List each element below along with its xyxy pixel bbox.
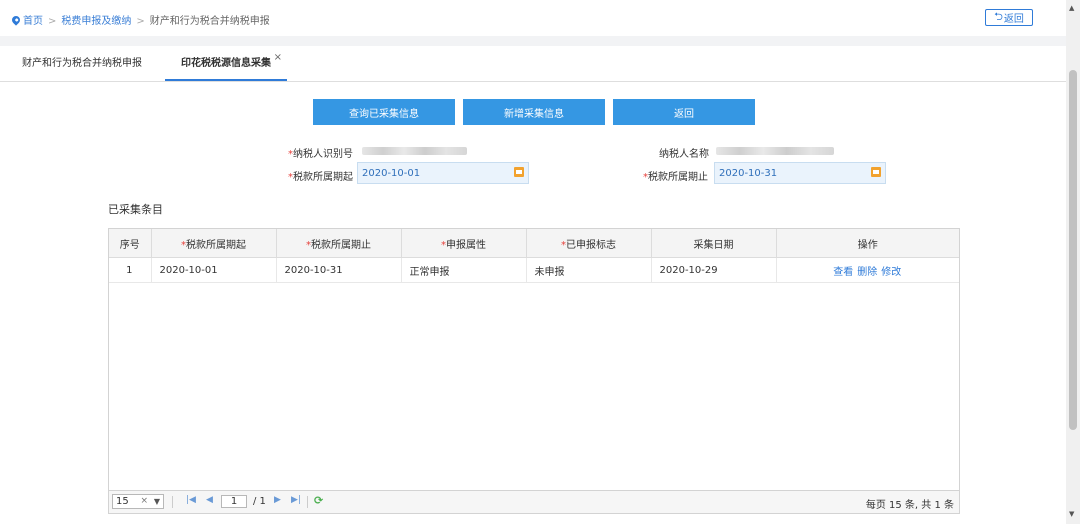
taxpayer-id-label-text: 纳税人识别号 <box>293 149 353 160</box>
taxpayer-name-value-redacted <box>716 147 834 155</box>
page-size-value: 15 <box>116 496 129 507</box>
breadcrumb-separator: > <box>48 16 57 27</box>
add-collection-button[interactable]: 新增采集信息 <box>463 99 605 125</box>
column-header-index[interactable]: 序号 <box>109 229 152 258</box>
scroll-thumb[interactable] <box>1069 70 1077 430</box>
period-end-input[interactable]: 2020-10-31 <box>714 162 886 184</box>
column-label: 申报属性 <box>446 239 486 251</box>
taxpayer-id-value-redacted <box>362 147 467 155</box>
column-header-attribute[interactable]: *申报属性 <box>401 229 527 258</box>
period-end-label-text: 税款所属期止 <box>648 172 708 183</box>
page-size-select[interactable]: 15 × ▼ <box>112 494 164 509</box>
first-page-icon[interactable]: |◀ <box>186 495 196 505</box>
tab-stamp-tax-collection[interactable]: 印花税税源信息采集 × <box>165 46 287 81</box>
pagination-summary: 每页 15 条, 共 1 条 <box>865 500 954 511</box>
calendar-icon[interactable] <box>871 167 881 177</box>
pagination-bar: 15 × ▼ |◀ ◀ 1 / 1 ▶ ▶| ⟳ 每页 15 条, 共 1 条 <box>109 490 959 513</box>
page-number-input[interactable]: 1 <box>221 495 247 508</box>
column-header-period-end[interactable]: *税款所属期止 <box>276 229 402 258</box>
column-header-operations: 操作 <box>776 229 959 258</box>
cell-index: 1 <box>109 257 152 283</box>
column-label: 已申报标志 <box>566 239 616 251</box>
collected-items-grid: 序号 *税款所属期起 *税款所属期止 *申报属性 *已申报标志 采集日期 操作 … <box>108 228 960 514</box>
refresh-icon[interactable]: ⟳ <box>314 494 323 507</box>
back-button[interactable]: 返回 <box>613 99 755 125</box>
column-header-collected-date[interactable]: 采集日期 <box>651 229 777 258</box>
cell-period-end: 2020-10-31 <box>276 257 402 283</box>
period-start-input[interactable]: 2020-10-01 <box>357 162 529 184</box>
period-start-value: 2020-10-01 <box>362 168 421 179</box>
top-back-button[interactable]: ⮌ 返回 <box>985 9 1033 26</box>
collected-items-table: 序号 *税款所属期起 *税款所属期止 *申报属性 *已申报标志 采集日期 操作 … <box>109 229 959 283</box>
column-header-period-start[interactable]: *税款所属期起 <box>151 229 277 258</box>
location-pin-icon <box>10 14 22 26</box>
next-page-icon[interactable]: ▶ <box>274 495 281 505</box>
scroll-down-icon[interactable]: ▼ <box>1069 510 1074 518</box>
divider <box>307 496 308 508</box>
breadcrumb-home[interactable]: 首页 <box>23 16 43 27</box>
column-label: 操作 <box>857 239 878 251</box>
table-header-row: 序号 *税款所属期起 *税款所属期止 *申报属性 *已申报标志 采集日期 操作 <box>109 229 959 258</box>
period-end-value: 2020-10-31 <box>719 168 778 179</box>
cell-attribute: 正常申报 <box>401 257 527 283</box>
column-label: 采集日期 <box>693 239 734 251</box>
cell-collected-date: 2020-10-29 <box>651 257 777 283</box>
table-row[interactable]: 1 2020-10-01 2020-10-31 正常申报 未申报 2020-10… <box>109 257 959 283</box>
period-start-label: *税款所属期起 <box>288 168 353 183</box>
divider <box>172 496 173 508</box>
column-label: 税款所属期起 <box>186 239 246 251</box>
close-icon[interactable]: × <box>274 40 282 76</box>
breadcrumb-tax-declaration[interactable]: 税费申报及缴纳 <box>61 16 131 27</box>
header-gap <box>0 36 1066 46</box>
scroll-up-icon[interactable]: ▲ <box>1069 4 1074 12</box>
tab-property-tax-declaration[interactable]: 财产和行为税合并纳税申报 <box>22 46 142 81</box>
breadcrumb: 首页 > 税费申报及缴纳 > 财产和行为税合并纳税申报 <box>10 12 270 27</box>
cell-declared: 未申报 <box>526 257 652 283</box>
top-back-label: 返回 <box>1003 14 1024 25</box>
page-total: / 1 <box>253 496 266 507</box>
chevron-down-icon[interactable]: ▼ <box>154 495 160 508</box>
column-header-declared[interactable]: *已申报标志 <box>526 229 652 258</box>
cell-period-start: 2020-10-01 <box>151 257 277 283</box>
view-link[interactable]: 查看 <box>833 267 853 278</box>
top-bar: 首页 > 税费申报及缴纳 > 财产和行为税合并纳税申报 ⮌ 返回 <box>0 0 1066 36</box>
calendar-icon[interactable] <box>514 167 524 177</box>
cell-operations: 查看 删除 修改 <box>776 257 959 283</box>
page-scrollbar[interactable]: ▲ ▼ <box>1066 0 1080 524</box>
column-label: 序号 <box>119 239 140 251</box>
edit-link[interactable]: 修改 <box>881 267 901 278</box>
breadcrumb-current: 财产和行为税合并纳税申报 <box>149 16 270 27</box>
query-collected-button[interactable]: 查询已采集信息 <box>313 99 455 125</box>
period-end-label: *税款所属期止 <box>643 168 708 183</box>
taxpayer-name-label: 纳税人名称 <box>659 149 709 160</box>
period-start-label-text: 税款所属期起 <box>293 172 353 183</box>
tab-label: 印花税税源信息采集 <box>181 58 271 69</box>
delete-link[interactable]: 删除 <box>857 267 877 278</box>
return-arrow-icon: ⮌ <box>994 10 1003 23</box>
clear-icon[interactable]: × <box>140 495 148 508</box>
taxpayer-id-label: *纳税人识别号 <box>288 145 353 160</box>
last-page-icon[interactable]: ▶| <box>291 495 301 505</box>
prev-page-icon[interactable]: ◀ <box>206 495 213 505</box>
breadcrumb-separator: > <box>136 16 145 27</box>
tab-bar: 财产和行为税合并纳税申报 印花税税源信息采集 × <box>0 46 1066 82</box>
collected-items-title: 已采集条目 <box>108 203 163 216</box>
column-label: 税款所属期止 <box>311 239 371 251</box>
